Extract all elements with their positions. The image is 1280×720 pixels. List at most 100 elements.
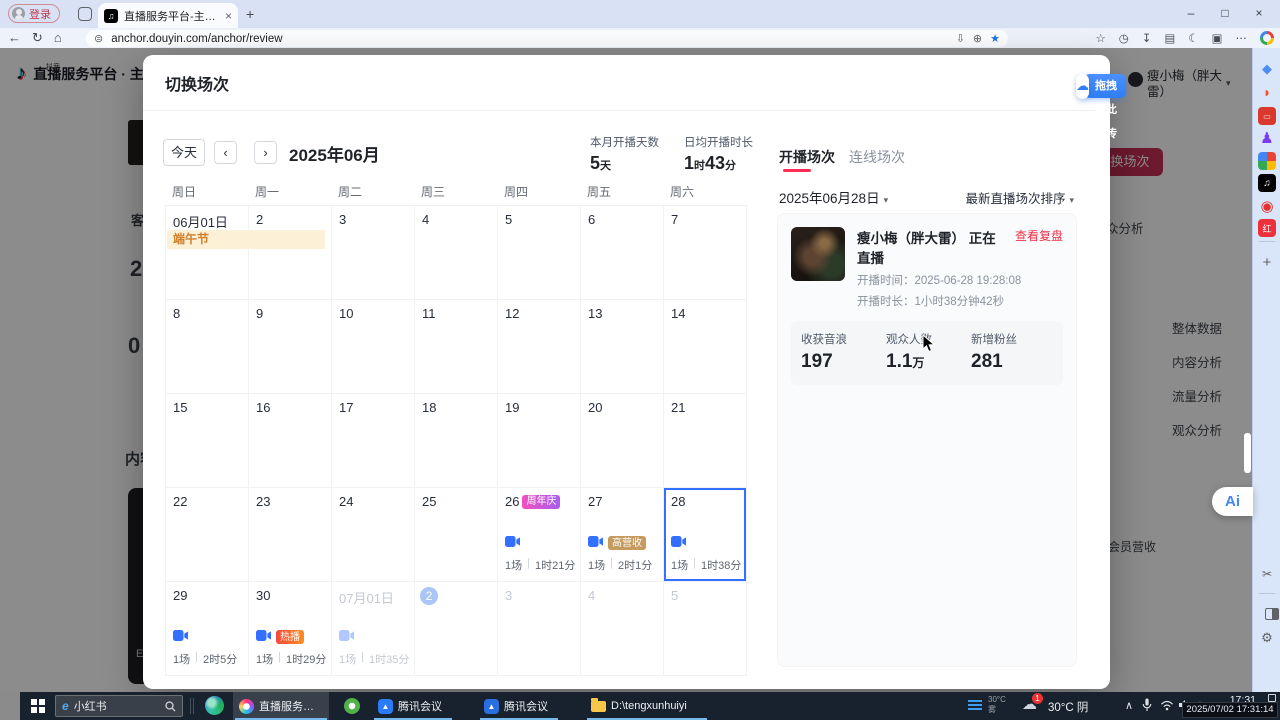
bookmark-filled-icon[interactable]: ★ (990, 32, 1000, 45)
douyin-icon[interactable]: ♫ (1258, 174, 1276, 192)
ai-assistant-button[interactable]: Ai (1212, 487, 1253, 516)
next-month-button[interactable]: › (254, 141, 277, 164)
calendar-cell-3[interactable]: 3 (332, 206, 415, 300)
weather-text[interactable]: 30°C 阴 (1048, 699, 1088, 715)
tab-list-icon[interactable] (78, 7, 92, 21)
weibo-icon[interactable]: ◉ (1258, 197, 1276, 215)
session-summary: 1场|1时35分 (339, 651, 409, 667)
calendar-cell-24[interactable]: 24 (332, 488, 415, 582)
calendar-cell-5[interactable]: 5 (498, 206, 581, 300)
scissors-icon[interactable]: ✂ (1258, 565, 1276, 583)
calendar-cell-20[interactable]: 20 (581, 394, 664, 488)
microphone-icon[interactable] (1142, 698, 1152, 715)
taskbar-app[interactable]: ▲腾讯会议 (478, 692, 560, 720)
calendar-cell-3[interactable]: 3 (498, 582, 581, 676)
more-icon[interactable]: ⋯ (1236, 31, 1248, 45)
toolbox-icon[interactable]: ▭ (1258, 107, 1276, 125)
calendar-cell-16[interactable]: 16 (249, 394, 332, 488)
url-bar[interactable]: ⊜ anchor.douyin.com/anchor/review ⇩⊕★ (86, 30, 1008, 47)
calendar-cell-12[interactable]: 12 (498, 300, 581, 394)
sort-dropdown[interactable]: 最新直播场次排序▾ (965, 188, 1074, 207)
taskbar-app[interactable] (338, 692, 368, 720)
action-center-icon[interactable] (1268, 694, 1276, 702)
restore-button[interactable]: □ (1208, 0, 1242, 28)
calendar-cell-8[interactable]: 8 (166, 300, 249, 394)
calendar-cell-25[interactable]: 25 (415, 488, 498, 582)
chess-icon[interactable]: ♟ (1258, 129, 1276, 147)
browser-tab[interactable]: ♫ 直播服务平台-主播版 × (98, 3, 238, 28)
calendar-cell-10[interactable]: 10 (332, 300, 415, 394)
tab-close-icon[interactable]: × (225, 9, 232, 23)
start-button[interactable] (31, 699, 45, 713)
calendar-cell-19[interactable]: 19 (498, 394, 581, 488)
bookmark-outline-icon[interactable]: ☆ (1095, 31, 1105, 45)
close-button[interactable]: × (1242, 0, 1276, 28)
tray-menu-icon[interactable] (968, 700, 982, 712)
calendar-cell-2[interactable]: 2 (249, 206, 332, 300)
taskbar-app[interactable]: 直播服务平台-主播... (233, 692, 329, 720)
taskbar-app[interactable]: D:\tengxunhuiyi (585, 692, 709, 720)
calendar-cell-26[interactable]: 26周年庆1场|1时21分 (498, 488, 581, 582)
calendar-cell-29[interactable]: 291场|2时5分 (166, 582, 249, 676)
session-title: 瘦小梅（胖大雷） 正在直播 (857, 227, 1009, 267)
page-scrollbar[interactable] (1244, 433, 1251, 473)
split-view-icon[interactable] (1265, 608, 1279, 620)
calendar-cell-2[interactable]: 2 (415, 582, 498, 676)
calendar-cell-07月01日[interactable]: 07月01日1场|1时35分 (332, 582, 415, 676)
today-button[interactable]: 今天 (163, 139, 205, 166)
edge-browser-icon[interactable] (205, 696, 224, 715)
calendar-cell-7[interactable]: 7 (664, 206, 747, 300)
site-info-icon[interactable]: ⊜ (94, 32, 103, 45)
tag-icon[interactable]: ◆ (1258, 60, 1276, 78)
calendar-cell-13[interactable]: 13 (581, 300, 664, 394)
calendar-cell-6[interactable]: 6 (581, 206, 664, 300)
calendar-cell-21[interactable]: 21 (664, 394, 747, 488)
calendar-cell-4[interactable]: 4 (415, 206, 498, 300)
google-profile-icon[interactable] (1260, 31, 1274, 45)
theme-moon-icon[interactable]: ☾ (1188, 31, 1198, 45)
settings-icon[interactable]: ⚙ (1258, 629, 1276, 647)
calendar-cell-11[interactable]: 11 (415, 300, 498, 394)
reload-icon[interactable]: ↻ (32, 28, 43, 48)
reading-list-icon[interactable]: ▤ (1164, 31, 1175, 45)
slides-icon[interactable]: ◗ (1258, 83, 1276, 101)
calendar-cell-28[interactable]: 281场|1时38分 (664, 488, 747, 582)
tab-link-sessions[interactable]: 连线场次 (849, 147, 905, 167)
calendar-cell-22[interactable]: 22 (166, 488, 249, 582)
review-link[interactable]: 查看复盘 (1015, 227, 1063, 244)
calendar-cell-18[interactable]: 18 (415, 394, 498, 488)
calendar-cell-06月01日[interactable]: 06月01日端午节 (166, 206, 249, 300)
download-icon[interactable]: ↧ (1142, 31, 1152, 45)
new-tab-button[interactable]: + (246, 6, 254, 22)
calendar-cell-14[interactable]: 14 (664, 300, 747, 394)
show-hidden-icons[interactable]: ∧ (1125, 699, 1133, 712)
calendar-cell-27[interactable]: 27高营收1场|2时1分 (581, 488, 664, 582)
wifi-icon[interactable] (1160, 700, 1174, 714)
session-card[interactable]: 瘦小梅（胖大雷） 正在直播 查看复盘 开播时间：2025-06-28 19:28… (791, 227, 1063, 309)
install-icon[interactable]: ⇩ (956, 32, 965, 45)
calendar-cell-17[interactable]: 17 (332, 394, 415, 488)
home-icon[interactable]: ⌂ (54, 28, 62, 48)
history-icon[interactable]: ◷ (1119, 31, 1129, 45)
calendar-cell-30[interactable]: 30热播1场|1时29分 (249, 582, 332, 676)
workspace-icon[interactable]: ▣ (1212, 31, 1223, 45)
upload-drop-button[interactable]: ☁ 拖拽至此上传 (1076, 73, 1126, 99)
back-icon[interactable]: ← (8, 28, 21, 48)
rednote-icon[interactable]: 红 (1258, 219, 1276, 237)
calendar-cell-23[interactable]: 23 (249, 488, 332, 582)
minimize-button[interactable]: – (1174, 0, 1208, 28)
divider (143, 110, 1110, 111)
calendar-cell-15[interactable]: 15 (166, 394, 249, 488)
browser-profile-chip[interactable]: 登录 (8, 4, 60, 23)
calendar-cell-4[interactable]: 4 (581, 582, 664, 676)
prev-month-button[interactable]: ‹ (214, 141, 237, 164)
zoom-in-icon[interactable]: ⊕ (973, 32, 982, 45)
app-grid-icon[interactable] (1258, 152, 1276, 170)
date-filter-dropdown[interactable]: 2025年06月28日▾ (779, 187, 888, 207)
calendar-cell-5[interactable]: 5 (664, 582, 747, 676)
taskbar-search-box[interactable]: e 小红书 (55, 695, 183, 717)
taskbar-app[interactable]: ▲腾讯会议 (372, 692, 454, 720)
tab-broadcast-sessions[interactable]: 开播场次 (779, 147, 835, 167)
add-icon[interactable]: + (1258, 253, 1276, 271)
calendar-cell-9[interactable]: 9 (249, 300, 332, 394)
